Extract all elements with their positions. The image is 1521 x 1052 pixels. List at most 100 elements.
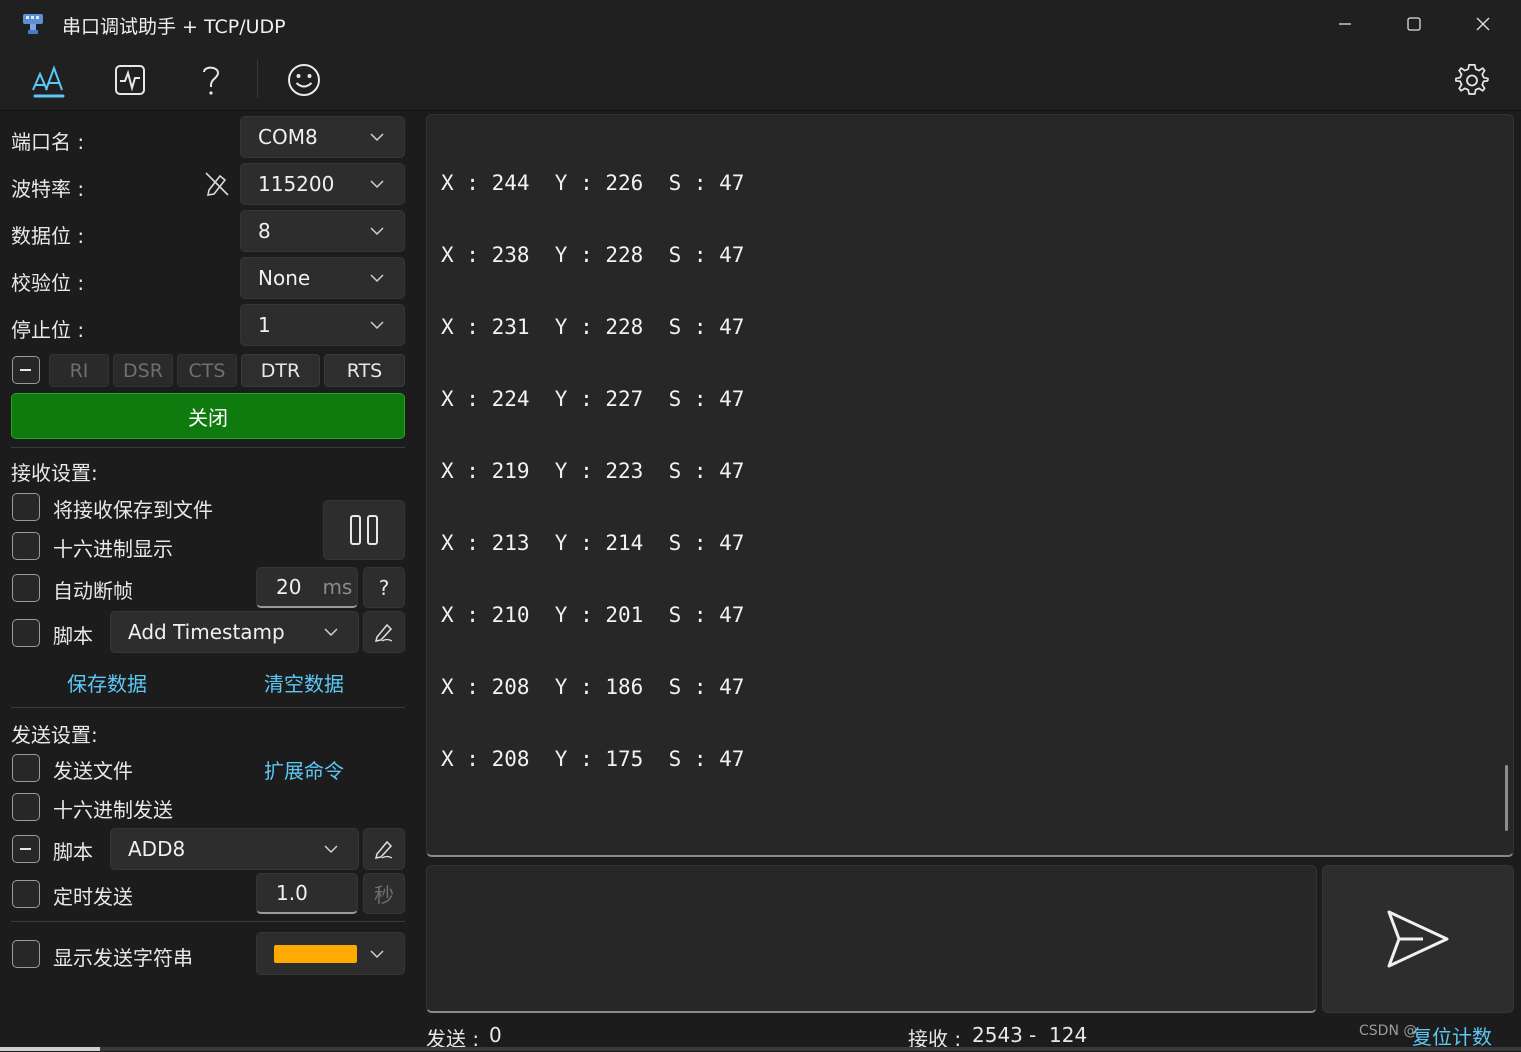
send-script-value: ADD8 (128, 837, 186, 861)
chevron-down-icon (324, 845, 338, 854)
stopbits-label: 停止位 : (11, 318, 85, 342)
minimize-icon (1339, 23, 1351, 25)
monitor-button[interactable] (107, 58, 153, 102)
baud-label: 波特率 : (11, 177, 85, 201)
gear-icon (1455, 64, 1489, 95)
help-button[interactable] (188, 58, 234, 102)
chevron-down-icon (370, 133, 384, 142)
close-port-button[interactable]: 关闭 (11, 393, 405, 439)
smiley-icon (288, 64, 320, 96)
receive-settings-header: 接收设置: (11, 461, 98, 485)
close-icon (1476, 17, 1490, 31)
send-script-checkbox[interactable] (12, 835, 40, 863)
custom-baud-button[interactable] (203, 170, 231, 198)
pin-dtr-button[interactable]: DTR (241, 354, 320, 387)
watermark: CSDN @ (1359, 1023, 1418, 1039)
save-data-link[interactable]: 保存数据 (67, 668, 147, 697)
receive-count-separator: - (1029, 1023, 1037, 1047)
font-settings-button[interactable] (26, 58, 72, 102)
font-icon (32, 65, 65, 98)
received-line: X : 224 Y : 227 S : 47 (441, 387, 745, 411)
send-input[interactable] (426, 865, 1317, 1013)
emoji-button[interactable] (281, 58, 327, 102)
send-string-color-picker[interactable] (256, 932, 405, 975)
timed-send-input[interactable]: 1.0 (256, 873, 358, 914)
send-arrow-icon (1387, 910, 1449, 968)
settings-button[interactable] (1449, 58, 1495, 102)
window-title: 串口调试助手 + TCP/UDP (62, 16, 286, 38)
reset-count-link[interactable]: 复位计数 (1412, 1021, 1492, 1050)
timed-send-label: 定时发送 (53, 885, 133, 909)
parity-value: None (258, 266, 311, 290)
auto-frame-help-button[interactable]: ? (363, 567, 405, 608)
close-window-button[interactable] (1460, 8, 1506, 40)
databits-select[interactable]: 8 (240, 210, 405, 252)
timed-send-value: 1.0 (276, 881, 308, 905)
pin-rts-button[interactable]: RTS (324, 354, 405, 387)
received-line: X : 208 Y : 175 S : 47 (441, 747, 745, 771)
hex-display-checkbox[interactable] (12, 532, 40, 560)
divider (11, 707, 405, 708)
baud-value: 115200 (258, 172, 335, 196)
baud-select[interactable]: 115200 (240, 163, 405, 205)
receive-script-label: 脚本 (53, 624, 93, 648)
auto-frame-input[interactable]: 20 ms (256, 567, 358, 608)
received-line: X : 219 Y : 223 S : 47 (441, 459, 745, 483)
send-file-checkbox[interactable] (12, 754, 40, 782)
toolbar-separator (257, 60, 258, 98)
pin-cts: CTS (177, 354, 237, 387)
pen-icon (374, 840, 393, 859)
edit-receive-script-button[interactable] (363, 611, 405, 653)
databits-label: 数据位 : (11, 224, 85, 248)
auto-frame-value: 20 (276, 575, 302, 599)
received-line: X : 210 Y : 201 S : 47 (441, 603, 745, 627)
receive-script-select[interactable]: Add Timestamp (110, 611, 359, 653)
maximize-icon (1407, 17, 1421, 31)
receive-script-value: Add Timestamp (128, 620, 285, 644)
edit-send-script-button[interactable] (363, 828, 405, 870)
databits-value: 8 (258, 219, 271, 243)
port-label: 端口名 : (11, 130, 85, 154)
auto-frame-label: 自动断帧 (53, 579, 133, 603)
pause-button[interactable] (323, 500, 405, 560)
send-script-label: 脚本 (53, 840, 93, 864)
send-script-select[interactable]: ADD8 (110, 828, 359, 870)
maximize-button[interactable] (1391, 8, 1437, 40)
chevron-down-icon (370, 227, 384, 236)
receive-scrollbar[interactable] (1505, 765, 1508, 831)
minimize-button[interactable] (1322, 8, 1368, 40)
auto-frame-checkbox[interactable] (12, 574, 40, 602)
timed-send-unit: 秒 (363, 873, 405, 914)
port-select[interactable]: COM8 (240, 116, 405, 158)
chevron-down-icon (370, 321, 384, 330)
send-count: 0 (489, 1023, 502, 1047)
receive-count-extra: 124 (1049, 1023, 1088, 1047)
show-send-string-checkbox[interactable] (12, 940, 40, 968)
chevron-down-icon (370, 949, 384, 958)
pins-toggle-checkbox[interactable] (12, 356, 40, 384)
received-data-list: X : 244 Y : 226 S : 47 X : 238 Y : 228 S … (441, 166, 744, 814)
stopbits-select[interactable]: 1 (240, 304, 405, 346)
received-line: X : 213 Y : 214 S : 47 (441, 531, 745, 555)
receive-script-checkbox[interactable] (12, 619, 40, 647)
received-line: X : 231 Y : 228 S : 47 (441, 315, 745, 339)
waveform-icon (115, 65, 145, 95)
received-line: X : 238 Y : 228 S : 47 (441, 243, 745, 267)
pin-dsr: DSR (113, 354, 173, 387)
save-to-file-checkbox[interactable] (12, 493, 40, 521)
chevron-down-icon (370, 274, 384, 283)
received-line: X : 244 Y : 226 S : 47 (441, 171, 745, 195)
parity-select[interactable]: None (240, 257, 405, 299)
divider (11, 921, 405, 922)
pen-slash-icon (205, 172, 229, 196)
port-value: COM8 (258, 125, 318, 149)
send-button[interactable] (1322, 865, 1514, 1013)
extended-commands-link[interactable]: 扩展命令 (264, 755, 344, 784)
clear-data-link[interactable]: 清空数据 (264, 668, 344, 697)
show-send-string-label: 显示发送字符串 (53, 946, 193, 970)
hex-send-checkbox[interactable] (12, 793, 40, 821)
window-bottom-edge (100, 1047, 1521, 1051)
timed-send-checkbox[interactable] (12, 880, 40, 908)
color-swatch (274, 945, 357, 963)
chevron-down-icon (370, 180, 384, 189)
